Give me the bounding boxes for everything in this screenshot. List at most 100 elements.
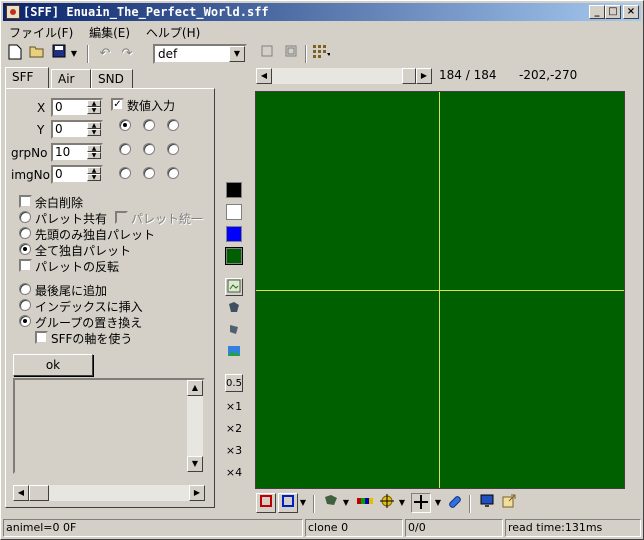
replace-group-radio[interactable]	[19, 315, 31, 327]
numeric-input-checkbox[interactable]: ✓	[111, 98, 124, 111]
grpno-spinner[interactable]: 10 ▲ ▼	[51, 143, 103, 162]
onion-dropdown-icon[interactable]: ▼	[341, 493, 351, 513]
append-last-radio[interactable]	[19, 283, 31, 295]
chevron-down-icon[interactable]: ▼	[229, 46, 245, 62]
tab-sff[interactable]: SFF	[5, 67, 49, 89]
frame-slider-thumb[interactable]	[402, 68, 416, 84]
trim-checkbox[interactable]	[19, 195, 32, 208]
red-frame-icon[interactable]	[256, 493, 276, 513]
image-view-icon[interactable]	[225, 278, 243, 296]
spin-down-icon[interactable]: ▼	[87, 107, 101, 114]
onion-skin-icon[interactable]	[321, 493, 341, 513]
memo-vscroll[interactable]: ▲ ▼	[187, 380, 203, 472]
grid-layout-icon[interactable]	[311, 44, 331, 64]
palette-unify-checkbox[interactable]	[115, 211, 128, 224]
slider-left-button[interactable]: ◀	[256, 68, 272, 84]
memo-hscroll[interactable]	[29, 485, 189, 501]
undo-icon[interactable]: ↶	[95, 44, 115, 64]
palette-combo[interactable]: def ▼	[153, 44, 247, 64]
landscape-image-icon[interactable]	[225, 344, 243, 362]
target-dropdown-icon[interactable]: ▼	[397, 493, 407, 513]
paste-disabled-icon[interactable]	[281, 44, 301, 64]
anchor-radio-mc[interactable]	[143, 143, 155, 155]
palette-shared-radio[interactable]	[19, 211, 31, 223]
scroll-up-icon[interactable]: ▲	[187, 380, 203, 396]
close-button[interactable]: ×	[623, 5, 639, 19]
imgno-spinner[interactable]: 0 ▲ ▼	[51, 165, 103, 184]
spin-up-icon[interactable]: ▲	[87, 167, 101, 174]
frame-slider[interactable]	[272, 68, 416, 84]
first-only-radio[interactable]	[19, 227, 31, 239]
hscroll-right-icon[interactable]: ▶	[189, 485, 205, 501]
save-dropdown-icon[interactable]: ▼	[69, 44, 79, 64]
swatch-blue[interactable]	[226, 226, 242, 242]
blue-frame-icon[interactable]	[278, 493, 298, 513]
all-unique-radio[interactable]	[19, 243, 31, 255]
tab-snd[interactable]: SND	[91, 69, 133, 89]
minimize-button[interactable]: _	[589, 5, 605, 19]
zoom-half-button[interactable]: 0.5	[225, 374, 243, 392]
grpno-spin-buttons[interactable]: ▲ ▼	[87, 145, 101, 160]
info-memo[interactable]: ▲ ▼	[13, 378, 205, 474]
x-spin-buttons[interactable]: ▲ ▼	[87, 100, 101, 115]
spin-down-icon[interactable]: ▼	[87, 129, 101, 136]
sprite-tool2-icon[interactable]	[225, 322, 243, 340]
x-spinner[interactable]: 0 ▲ ▼	[51, 98, 103, 117]
slider-right-button[interactable]: ▶	[416, 68, 432, 84]
memo-hscroll-thumb[interactable]	[29, 485, 49, 501]
copy-disabled-icon[interactable]	[257, 44, 277, 64]
use-sff-axis-checkbox[interactable]	[35, 331, 48, 344]
swatch-black[interactable]	[226, 182, 242, 198]
palette-reverse-label: パレットの反転	[35, 260, 120, 274]
spin-down-icon[interactable]: ▼	[87, 174, 101, 181]
y-spin-buttons[interactable]: ▲ ▼	[87, 122, 101, 137]
anchor-radio-ml[interactable]	[119, 143, 131, 155]
y-spinner[interactable]: 0 ▲ ▼	[51, 120, 103, 139]
sprite-canvas[interactable]	[255, 91, 625, 489]
hscroll-left-icon[interactable]: ◀	[13, 485, 29, 501]
anchor-radio-bc[interactable]	[143, 167, 155, 179]
maximize-button[interactable]: □	[605, 5, 621, 19]
export-icon[interactable]	[499, 493, 519, 513]
anchor-radio-mr[interactable]	[167, 143, 179, 155]
crosshair-icon[interactable]	[411, 493, 431, 513]
zoom-x1-button[interactable]: ×1	[225, 398, 243, 416]
sprite-tool-icon[interactable]	[225, 300, 243, 318]
palette-reverse-checkbox[interactable]	[19, 259, 32, 272]
tab-air[interactable]: Air	[51, 69, 91, 89]
save-icon[interactable]	[49, 44, 69, 64]
anchor-radio-tl[interactable]	[119, 119, 131, 131]
redo-icon[interactable]: ↷	[117, 44, 137, 64]
menu-file[interactable]: ファイル(F)	[3, 22, 79, 43]
anchor-radio-bl[interactable]	[119, 167, 131, 179]
spin-up-icon[interactable]: ▲	[87, 100, 101, 107]
zoom-x4-button[interactable]: ×4	[225, 464, 243, 482]
imgno-spin-buttons[interactable]: ▲ ▼	[87, 167, 101, 182]
scroll-down-icon[interactable]: ▼	[187, 456, 203, 472]
spin-up-icon[interactable]: ▲	[87, 122, 101, 129]
zoom-x2-button[interactable]: ×2	[225, 420, 243, 438]
menu-edit[interactable]: 編集(E)	[83, 22, 136, 43]
append-last-label: 最後尾に追加	[35, 284, 108, 298]
ok-button[interactable]: ok	[13, 354, 93, 376]
swatch-white[interactable]	[226, 204, 242, 220]
palette-strip-icon[interactable]	[355, 493, 375, 513]
menu-help[interactable]: ヘルプ(H)	[140, 22, 206, 43]
palette-unify-label: パレット統一	[131, 212, 204, 226]
open-folder-icon[interactable]	[27, 44, 47, 64]
monitor-icon[interactable]	[477, 493, 497, 513]
anchor-radio-tr[interactable]	[167, 119, 179, 131]
anchor-radio-tc[interactable]	[143, 119, 155, 131]
spin-up-icon[interactable]: ▲	[87, 145, 101, 152]
crosshair-dropdown-icon[interactable]: ▼	[433, 493, 443, 513]
frame-dropdown-icon[interactable]: ▼	[298, 493, 308, 513]
capsule-icon[interactable]	[445, 493, 465, 513]
use-sff-axis-label: SFFの軸を使う	[51, 332, 133, 346]
target-icon[interactable]	[377, 493, 397, 513]
swatch-green[interactable]	[226, 248, 242, 264]
new-file-icon[interactable]	[5, 44, 25, 64]
spin-down-icon[interactable]: ▼	[87, 152, 101, 159]
anchor-radio-br[interactable]	[167, 167, 179, 179]
zoom-x3-button[interactable]: ×3	[225, 442, 243, 460]
insert-index-radio[interactable]	[19, 299, 31, 311]
